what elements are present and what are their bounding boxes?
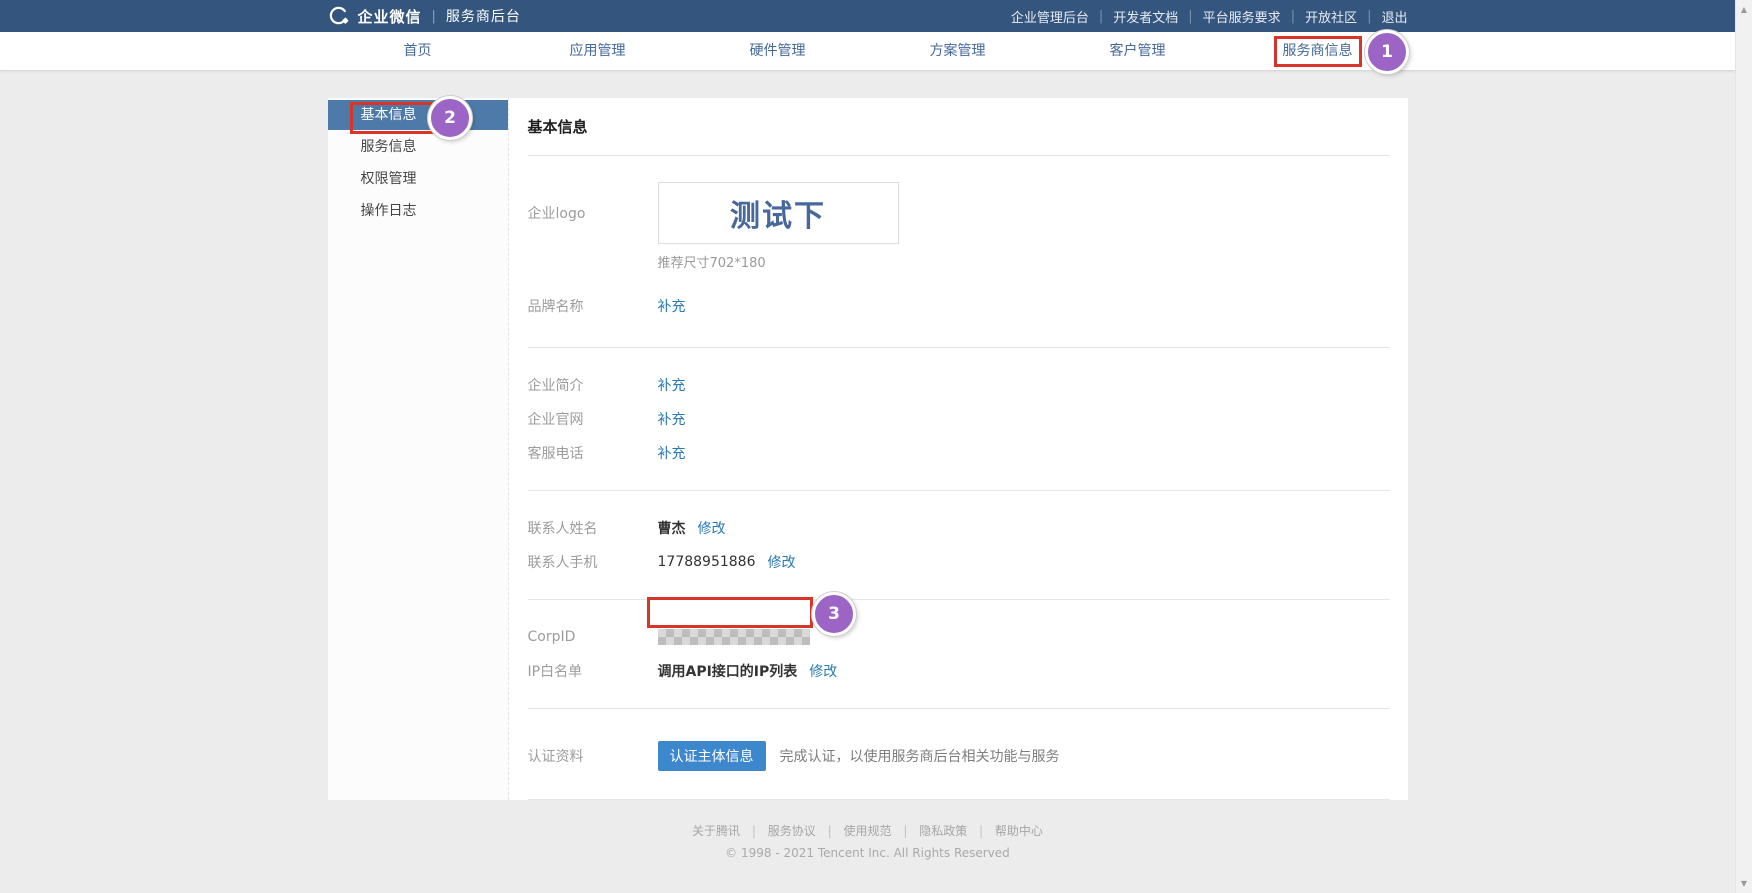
footer-links: 关于腾讯 | 服务协议 | 使用规范 | 隐私政策 | 帮助中心	[0, 822, 1735, 839]
footer-separator: |	[903, 824, 907, 838]
brand-name-row: 品牌名称 补充	[528, 289, 1390, 323]
company-website-label: 企业官网	[528, 409, 658, 429]
top-link-logout[interactable]: 退出	[1381, 7, 1407, 26]
brand-name-supplement-link[interactable]: 补充	[658, 296, 686, 316]
certification-label: 认证资料	[528, 746, 658, 766]
certification-description: 完成认证，以使用服务商后台相关功能与服务	[780, 746, 1060, 766]
company-logo-label: 企业logo	[528, 203, 658, 223]
scroll-down-icon[interactable]: ▼	[1736, 879, 1752, 888]
company-logo-image[interactable]: 测试下	[658, 182, 899, 244]
step-badge-2: 2	[428, 96, 472, 140]
brand: 企业微信 | 服务商后台	[328, 5, 521, 27]
certification-row: 认证资料 认证主体信息 完成认证，以使用服务商后台相关功能与服务	[528, 739, 1390, 773]
company-intro-row: 企业简介 补充	[528, 368, 1390, 402]
sidebar-item-permission-management[interactable]: 权限管理	[328, 164, 508, 194]
top-link-separator: |	[1188, 9, 1192, 24]
footer-link-privacy-policy[interactable]: 隐私政策	[919, 824, 967, 838]
top-link-separator: |	[1291, 9, 1295, 24]
company-logo-row: 企业logo 测试下	[528, 182, 1390, 244]
contact-name-label: 联系人姓名	[528, 518, 658, 538]
logo-size-hint: 推荐尺寸702*180	[658, 252, 1390, 271]
step-badge-1: 1	[1365, 30, 1409, 74]
corp-id-redacted-value	[658, 629, 810, 645]
company-intro-label: 企业简介	[528, 375, 658, 395]
service-phone-row: 客服电话 补充	[528, 436, 1390, 470]
sidebar: 基本信息 服务信息 权限管理 操作日志	[328, 98, 509, 800]
company-intro-supplement-link[interactable]: 补充	[658, 375, 686, 395]
main-nav: 首页 应用管理 硬件管理 方案管理 客户管理 服务商信息	[0, 32, 1735, 71]
company-logo-text: 测试下	[730, 191, 826, 235]
corp-id-label: CorpID	[528, 629, 658, 645]
scroll-up-icon[interactable]: ▲	[1736, 5, 1752, 14]
contact-name-value: 曹杰	[658, 518, 686, 538]
contact-name-edit-link[interactable]: 修改	[698, 518, 726, 538]
tab-app-management[interactable]: 应用管理	[508, 32, 688, 70]
top-link-admin[interactable]: 企业管理后台	[1011, 7, 1089, 26]
ip-whitelist-label: IP白名单	[528, 661, 658, 681]
brand-separator: |	[432, 9, 436, 24]
top-link-platform-requirements[interactable]: 平台服务要求	[1203, 7, 1281, 26]
tab-solution-management[interactable]: 方案管理	[868, 32, 1048, 70]
topbar-links: 企业管理后台 | 开发者文档 | 平台服务要求 | 开放社区 | 退出	[1011, 7, 1408, 26]
contact-mobile-edit-link[interactable]: 修改	[767, 552, 795, 572]
step-badge-3: 3	[812, 592, 856, 636]
ip-whitelist-edit-link[interactable]: 修改	[809, 661, 837, 681]
footer-separator: |	[752, 824, 756, 838]
verify-subject-info-button[interactable]: 认证主体信息	[658, 741, 766, 771]
footer-link-help-center[interactable]: 帮助中心	[995, 824, 1043, 838]
brand-subtitle: 服务商后台	[446, 6, 521, 26]
sidebar-item-operation-log[interactable]: 操作日志	[328, 196, 508, 226]
sidebar-item-basic-info[interactable]: 基本信息	[328, 100, 508, 130]
brand-name-label: 品牌名称	[528, 296, 658, 316]
footer-link-about-tencent[interactable]: 关于腾讯	[692, 824, 740, 838]
tab-hardware-management[interactable]: 硬件管理	[688, 32, 868, 70]
tab-customer-management[interactable]: 客户管理	[1048, 32, 1228, 70]
contact-mobile-value: 17788951886	[658, 554, 756, 570]
footer: 关于腾讯 | 服务协议 | 使用规范 | 隐私政策 | 帮助中心 © 1998 …	[0, 800, 1735, 860]
company-website-supplement-link[interactable]: 补充	[658, 409, 686, 429]
footer-link-service-agreement[interactable]: 服务协议	[768, 824, 816, 838]
tab-home[interactable]: 首页	[328, 32, 508, 70]
brand-name: 企业微信	[358, 6, 422, 27]
contact-name-row: 联系人姓名 曹杰 修改	[528, 511, 1390, 545]
corp-id-row: CorpID	[528, 620, 1390, 654]
divider	[528, 799, 1390, 800]
wework-logo-icon	[328, 5, 351, 27]
vertical-scrollbar[interactable]: ▲ ▼	[1735, 0, 1752, 893]
page-title: 基本信息	[528, 110, 1390, 155]
contact-mobile-row: 联系人手机 17788951886 修改	[528, 545, 1390, 579]
top-link-dev-docs[interactable]: 开发者文档	[1113, 7, 1178, 26]
footer-link-usage-rules[interactable]: 使用规范	[843, 824, 891, 838]
top-link-separator: |	[1367, 9, 1371, 24]
footer-separator: |	[979, 824, 983, 838]
copyright-text: © 1998 - 2021 Tencent Inc. All Rights Re…	[0, 846, 1735, 860]
content-card: 基本信息 服务信息 权限管理 操作日志 基本信息 企业logo 测试下 推荐尺寸…	[328, 98, 1408, 800]
topbar: 企业微信 | 服务商后台 企业管理后台 | 开发者文档 | 平台服务要求 | 开…	[0, 0, 1735, 32]
top-link-open-community[interactable]: 开放社区	[1305, 7, 1357, 26]
ip-whitelist-row: IP白名单 调用API接口的IP列表 修改	[528, 654, 1390, 688]
service-phone-supplement-link[interactable]: 补充	[658, 443, 686, 463]
footer-separator: |	[828, 824, 832, 838]
top-link-separator: |	[1099, 9, 1103, 24]
service-phone-label: 客服电话	[528, 443, 658, 463]
basic-info-panel: 基本信息 企业logo 测试下 推荐尺寸702*180 品牌名称 补充	[509, 98, 1408, 800]
page-viewport: 企业微信 | 服务商后台 企业管理后台 | 开发者文档 | 平台服务要求 | 开…	[0, 0, 1735, 893]
contact-mobile-label: 联系人手机	[528, 552, 658, 572]
company-website-row: 企业官网 补充	[528, 402, 1390, 436]
ip-whitelist-value: 调用API接口的IP列表	[658, 661, 798, 681]
sidebar-item-service-info[interactable]: 服务信息	[328, 132, 508, 162]
